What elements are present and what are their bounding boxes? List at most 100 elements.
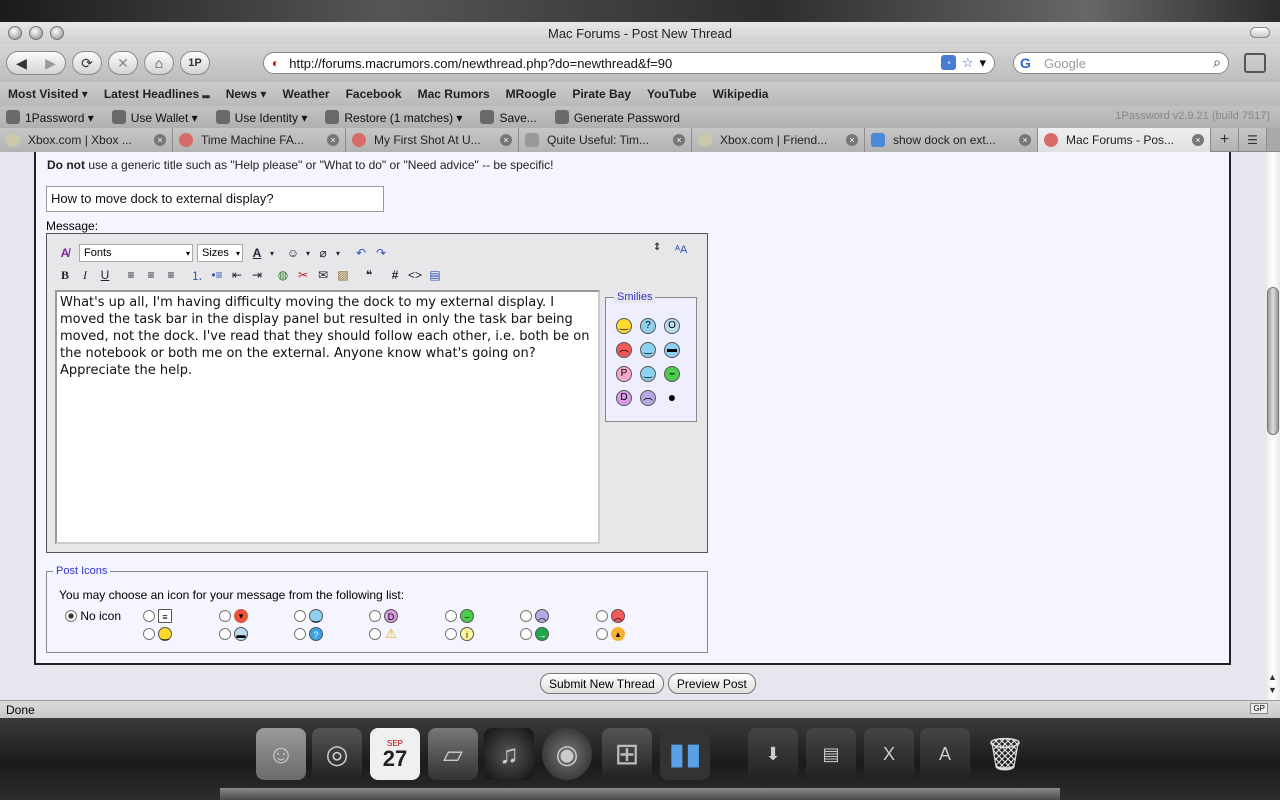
insert-image-icon[interactable]: ▨ — [333, 266, 353, 284]
scroll-up-arrow-icon[interactable]: ▲ — [1268, 672, 1277, 682]
no-icon-option[interactable]: No icon — [65, 609, 121, 623]
align-right-icon[interactable]: ≡ — [161, 266, 181, 284]
resize-editor-icon[interactable]: ⇕ — [653, 242, 667, 253]
post-icon-thumbs-down[interactable]: ▾ — [219, 609, 248, 623]
thread-title-input[interactable]: How to move dock to external display? — [46, 186, 384, 212]
onepassword-button[interactable]: 1P — [180, 51, 210, 75]
close-window-button[interactable] — [8, 26, 22, 40]
bookmark-wikipedia[interactable]: Wikipedia — [713, 87, 769, 101]
ical-icon[interactable]: SEP 27 — [370, 728, 420, 780]
message-textarea[interactable]: What's up all, I'm having difficulty mov… — [55, 290, 600, 544]
bookmark-star-icon[interactable]: ☆ — [962, 55, 974, 71]
eek-icon[interactable]: O — [664, 318, 680, 334]
bookmark-facebook[interactable]: Facebook — [346, 87, 402, 101]
onepassword-menu[interactable]: 1Password ▾ — [6, 109, 94, 125]
spaces-icon[interactable]: ⊞ — [602, 728, 652, 780]
scrollbar-thumb[interactable] — [1267, 287, 1279, 435]
close-tab-icon[interactable]: × — [500, 134, 512, 146]
post-icon-smile[interactable]: ‿ — [143, 627, 172, 641]
window-titlebar[interactable]: Mac Forums - Post New Thread — [0, 22, 1280, 44]
insert-link-icon[interactable]: ◍ — [273, 266, 293, 284]
text-color-dropdown-icon[interactable]: ▾ — [267, 244, 277, 262]
submit-new-thread-button[interactable]: Submit New Thread — [540, 673, 664, 694]
cool-icon[interactable]: ▬ — [664, 342, 680, 358]
mad-icon[interactable]: ︵ — [616, 342, 632, 358]
smiley-dropdown-icon[interactable]: ▾ — [303, 244, 313, 262]
dashboard-icon[interactable]: ◎ — [312, 728, 362, 780]
insert-email-icon[interactable]: ✉ — [313, 266, 333, 284]
post-icon-warning[interactable]: ⚠ — [369, 627, 398, 641]
unlink-icon[interactable]: ✂ — [293, 266, 313, 284]
bookmark-weather[interactable]: Weather — [282, 87, 329, 101]
apple-icon[interactable]: ● — [664, 390, 680, 406]
bookmark-mac-rumors[interactable]: Mac Rumors — [418, 87, 490, 101]
bookmark-latest-headlines[interactable]: Latest Headlines ⑉ — [104, 87, 210, 101]
text-color-icon[interactable]: A — [247, 244, 267, 262]
unordered-list-icon[interactable]: •≡ — [207, 266, 227, 284]
back-button[interactable]: ◀ — [7, 55, 36, 72]
post-icon-post[interactable]: ≡ — [143, 609, 172, 623]
new-tab-button[interactable]: + — [1211, 128, 1239, 151]
align-center-icon[interactable]: ≡ — [141, 266, 161, 284]
bookmark-news[interactable]: News ▾ — [226, 87, 267, 101]
wink-icon[interactable]: ‿ — [640, 342, 656, 358]
close-tab-icon[interactable]: × — [327, 134, 339, 146]
bookmark-most-visited[interactable]: Most Visited ▾ — [8, 87, 88, 101]
downloads-folder-icon[interactable]: ⬇ — [748, 728, 798, 780]
home-button[interactable]: ⌂ — [144, 51, 174, 75]
italic-icon[interactable]: I — [75, 266, 95, 284]
tab-show-dock[interactable]: show dock on ext... × — [865, 128, 1038, 152]
bookmark-youtube[interactable]: YouTube — [647, 87, 697, 101]
tab-list-button[interactable]: ☰ — [1239, 128, 1267, 151]
tab-first-shot[interactable]: My First Shot At U... × — [346, 128, 519, 152]
bold-icon[interactable]: B — [55, 266, 75, 284]
bookmark-mroogle[interactable]: MRoogle — [506, 87, 557, 101]
generate-password-button[interactable]: Generate Password — [554, 109, 680, 125]
tongue-icon[interactable]: P — [616, 366, 632, 382]
firefox-icon[interactable]: ◉ — [542, 728, 592, 780]
post-icon-arrow[interactable]: → — [520, 627, 549, 641]
url-dropdown-icon[interactable]: ▾ — [979, 55, 986, 71]
php-code-icon[interactable]: ▤ — [425, 266, 445, 284]
frown-icon[interactable]: ︵ — [640, 390, 656, 406]
post-icon-mad[interactable]: ︵ — [596, 609, 625, 623]
save-login-button[interactable]: Save... — [480, 109, 537, 125]
close-tab-icon[interactable]: × — [673, 134, 685, 146]
tab-xbox[interactable]: Xbox.com | Xbox ... × — [0, 128, 173, 152]
tab-overview-icon[interactable] — [1244, 53, 1266, 73]
font-select[interactable]: Fonts ▾ — [79, 244, 193, 262]
preview-post-button[interactable]: Preview Post — [667, 673, 756, 694]
attachment-icon[interactable]: ⌀ — [313, 244, 333, 262]
tab-time-machine[interactable]: Time Machine FA... × — [173, 128, 346, 152]
forward-button[interactable]: ▶ — [36, 55, 65, 72]
google-engine-icon[interactable]: G — [1020, 55, 1031, 71]
close-tab-icon[interactable]: × — [154, 134, 166, 146]
close-tab-icon[interactable]: × — [846, 134, 858, 146]
toolbar-toggle-button[interactable] — [1250, 27, 1270, 38]
post-icon-lightbulb[interactable]: i — [445, 627, 474, 641]
close-tab-icon[interactable]: × — [1019, 134, 1031, 146]
happy-icon[interactable]: ‿ — [640, 366, 656, 382]
applications-folder-icon[interactable]: X — [864, 728, 914, 780]
post-icon-grin[interactable]: ⌣ — [445, 609, 474, 623]
rss-feed-icon[interactable]: ◔ — [940, 55, 956, 70]
reload-button[interactable]: ⟳ — [72, 51, 102, 75]
tab-quite-useful[interactable]: Quite Useful: Tim... × — [519, 128, 692, 152]
stop-button[interactable]: ✕ — [108, 51, 138, 75]
biggrin-icon[interactable]: D — [616, 390, 632, 406]
post-icon-cool[interactable]: ▬ — [219, 627, 248, 641]
smile-icon[interactable]: ‿ — [616, 318, 632, 334]
restore-menu[interactable]: Restore (1 matches) ▾ — [325, 109, 462, 125]
use-identity-menu[interactable]: Use Identity ▾ — [215, 109, 307, 125]
grin-icon[interactable]: ⌣ — [664, 366, 680, 382]
post-icon-biggrin[interactable]: D — [369, 609, 398, 623]
outdent-icon[interactable]: ⇤ — [227, 266, 247, 284]
use-wallet-menu[interactable]: Use Wallet ▾ — [111, 109, 198, 125]
zoom-window-button[interactable] — [50, 26, 64, 40]
scroll-down-arrow-icon[interactable]: ▼ — [1268, 685, 1277, 695]
confused-icon[interactable]: ? — [640, 318, 656, 334]
search-bar[interactable]: G Google ⌕ — [1013, 52, 1229, 74]
page-scrollbar[interactable]: ▲ ▼ — [1266, 152, 1280, 700]
tab-xbox-friends[interactable]: Xbox.com | Friend... × — [692, 128, 865, 152]
trash-icon[interactable]: 🗑 — [980, 728, 1030, 780]
